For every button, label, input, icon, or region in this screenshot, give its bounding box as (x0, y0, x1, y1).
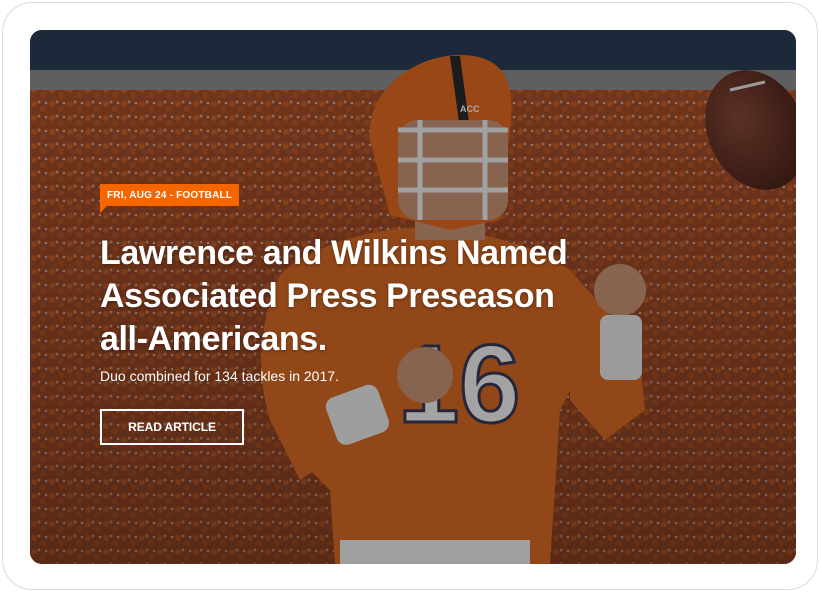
article-subtitle: Duo combined for 134 tackles in 2017. (100, 368, 339, 384)
headline-line: Lawrence and Wilkins Named (100, 234, 568, 272)
hero-banner[interactable]: 16 ACC FRI, AUG 24 - FOOTBALL Lawrence a… (30, 30, 796, 564)
headline-line: Associated Press Preseason (100, 277, 555, 315)
read-article-button[interactable]: READ ARTICLE (100, 409, 244, 445)
date-category-tag: FRI, AUG 24 - FOOTBALL (100, 184, 240, 213)
article-overlay: FRI, AUG 24 - FOOTBALL Lawrence and Wilk… (100, 184, 660, 445)
article-headline[interactable]: Lawrence and Wilkins Named Associated Pr… (100, 232, 660, 361)
headline-line: all-Americans. (100, 320, 327, 358)
